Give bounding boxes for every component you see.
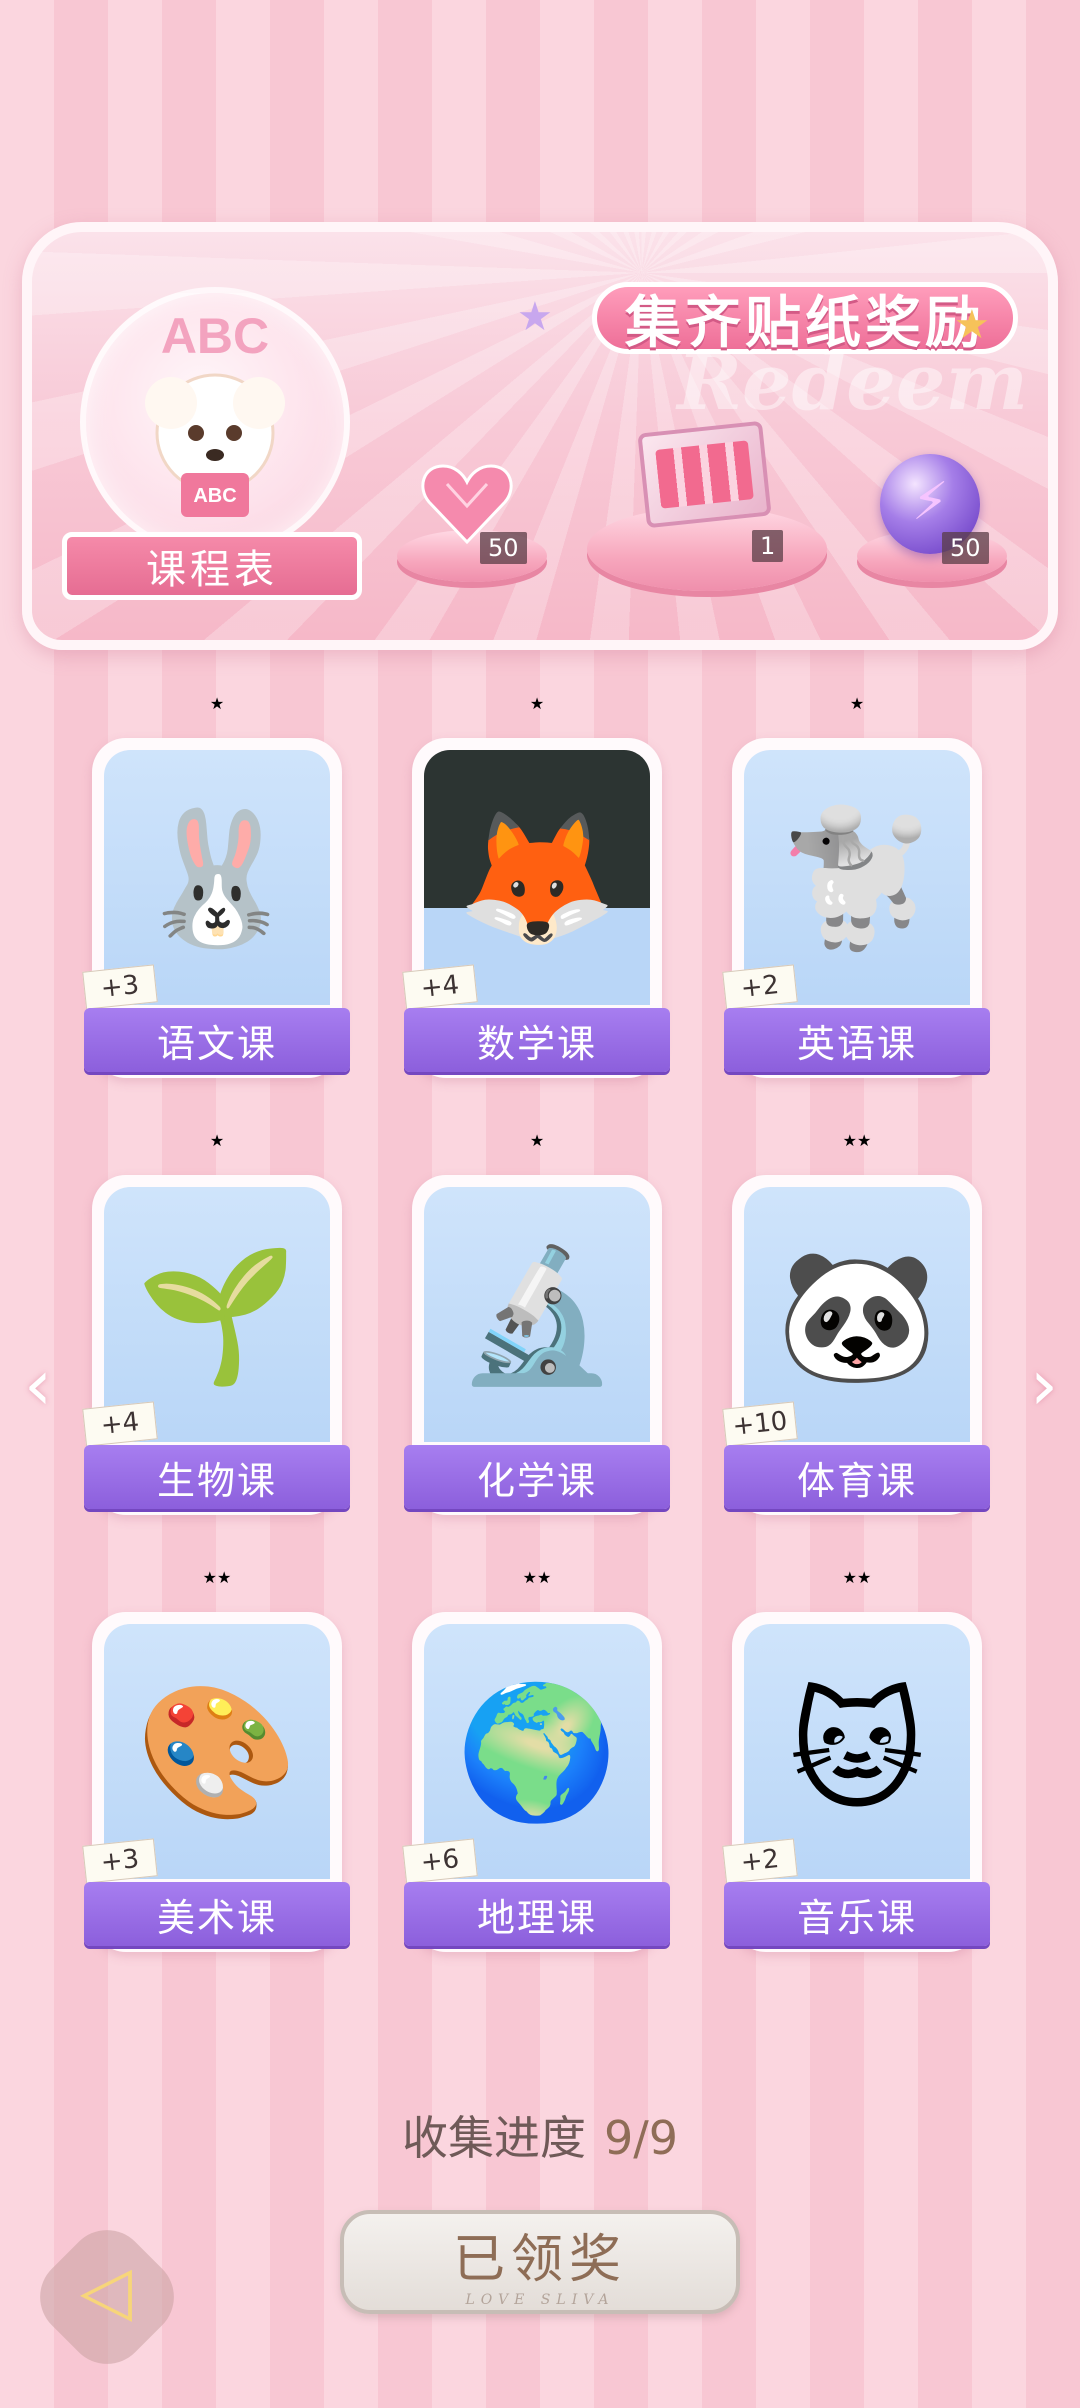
course-card-chemistry[interactable]: ★ 🔬 化学课 — [404, 1131, 670, 1525]
star-icon: ★ — [517, 294, 553, 340]
poodle-mascot-icon: ABC ABC — [145, 308, 285, 517]
star-rating: ★★ — [202, 1568, 232, 1587]
bonus-tag: +2 — [722, 964, 798, 1010]
star-rating: ★★ — [842, 1131, 872, 1150]
course-card-biology[interactable]: ★ 🌱 +4 生物课 — [82, 1131, 350, 1525]
schedule-mascot[interactable]: ABC ABC — [80, 287, 350, 557]
reward-banner: Redeem ★ 集齐贴纸奖励 ★ ABC ABC 课程表 ⚡ 50 1 50 — [22, 222, 1058, 650]
schedule-button[interactable]: 课程表 — [62, 532, 362, 600]
schedule-art-text: ABC — [193, 485, 236, 507]
schedule-art-text: ABC — [161, 308, 269, 364]
next-page-arrow-icon[interactable]: › — [1022, 1345, 1066, 1425]
reward-count: 50 — [480, 532, 527, 564]
star-rating: ★★ — [522, 1568, 552, 1587]
bonus-tag: +3 — [82, 1838, 158, 1884]
course-card-pe[interactable]: ★★ 🐼 +10 体育课 — [722, 1131, 990, 1525]
course-label: 英语课 — [724, 1008, 990, 1072]
bonus-tag: +4 — [402, 964, 478, 1010]
star-rating: ★ — [209, 1131, 225, 1150]
course-label: 体育课 — [724, 1445, 990, 1509]
course-card-chinese[interactable]: ★ 🐰 +3 语文课 — [82, 694, 350, 1088]
course-label: 美术课 — [84, 1882, 350, 1946]
course-card-english[interactable]: ★ 🐩 +2 英语课 — [722, 694, 990, 1088]
course-card-music[interactable]: ★★ 🐱 +2 音乐课 — [722, 1568, 990, 1962]
gift-box-icon[interactable] — [637, 420, 772, 529]
course-label: 化学课 — [404, 1445, 670, 1509]
course-card-math[interactable]: ★ 🦊 +4 数学课 — [402, 694, 670, 1088]
course-card-geography[interactable]: ★★ 🌍 +6 地理课 — [402, 1568, 670, 1962]
microscope-icon: 🔬 — [424, 1187, 650, 1442]
star-rating: ★ — [529, 694, 545, 713]
star-rating: ★ — [849, 694, 865, 713]
claimed-button-subtext: LOVE SLIVA — [465, 2291, 615, 2308]
bonus-tag: +10 — [722, 1401, 798, 1447]
reward-count: 50 — [942, 532, 989, 564]
bonus-tag: +6 — [402, 1838, 478, 1884]
prev-page-arrow-icon[interactable]: ‹ — [16, 1345, 60, 1425]
claimed-button-label: 已领奖 — [452, 2229, 627, 2290]
star-rating: ★ — [529, 1131, 545, 1150]
collection-progress: 收集进度 9/9 — [0, 2102, 1080, 2168]
course-label: 音乐课 — [724, 1882, 990, 1946]
progress-label: 收集进度 — [401, 2111, 586, 2165]
course-label: 地理课 — [404, 1882, 670, 1946]
star-icon: ★ — [954, 302, 990, 348]
back-button[interactable]: ◁ — [23, 2213, 191, 2381]
course-label: 生物课 — [84, 1445, 350, 1509]
star-rating: ★ — [209, 694, 225, 713]
reward-count: 1 — [752, 530, 784, 562]
bonus-tag: +4 — [82, 1401, 158, 1447]
star-rating: ★★ — [842, 1568, 872, 1587]
claimed-button[interactable]: 已领奖 LOVE SLIVA — [340, 2210, 740, 2314]
back-arrow-icon: ◁ — [79, 2251, 133, 2331]
course-label: 语文课 — [84, 1008, 350, 1072]
bonus-tag: +3 — [82, 964, 158, 1010]
course-card-art[interactable]: ★★ 🎨 +3 美术课 — [82, 1568, 350, 1962]
bonus-tag: +2 — [722, 1838, 798, 1884]
progress-value: 9/9 — [603, 2111, 679, 2165]
course-label: 数学课 — [404, 1008, 670, 1072]
